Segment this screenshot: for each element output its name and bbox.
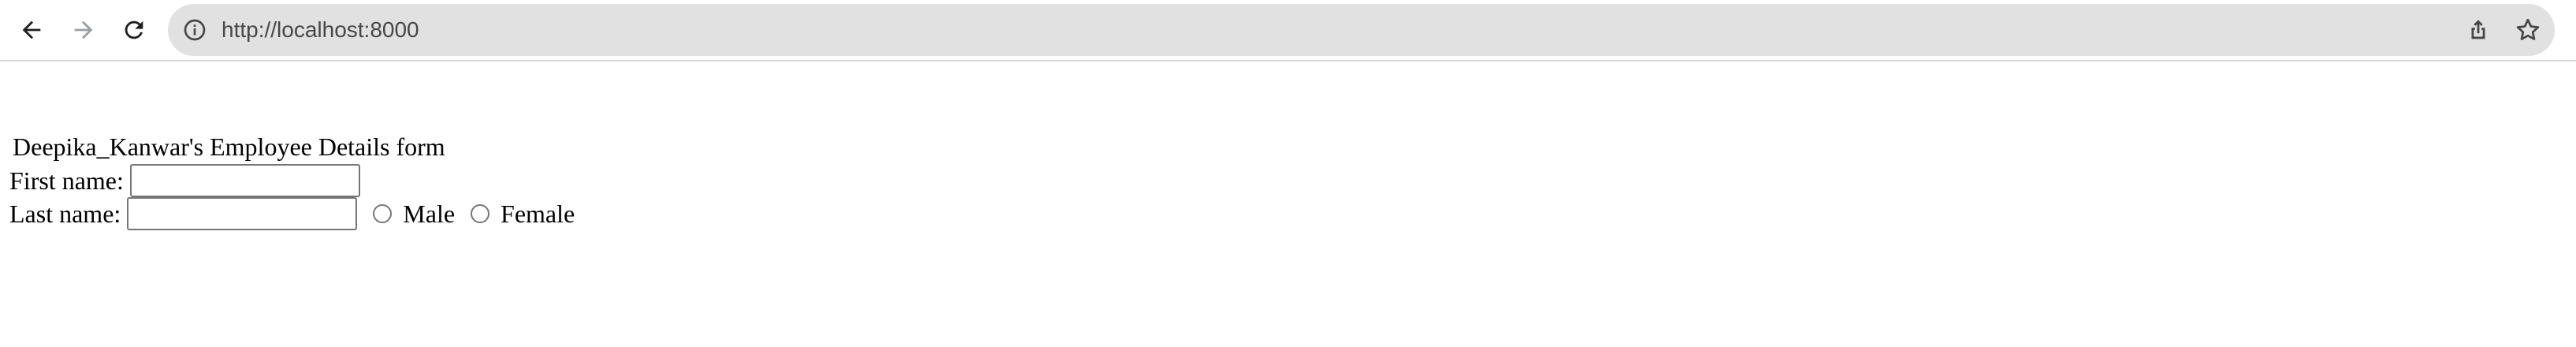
url-text[interactable]: http://localhost:8000 (221, 4, 419, 56)
last-name-row: Last name: Male Female (9, 196, 575, 232)
form-title: Deepika_Kanwar's Employee Details form (13, 132, 445, 161)
share-icon[interactable] (2465, 17, 2492, 43)
male-radio-label[interactable]: Male (403, 200, 455, 229)
last-name-input[interactable] (127, 197, 358, 230)
forward-button[interactable] (67, 13, 100, 47)
female-radio[interactable] (471, 204, 490, 223)
first-name-input[interactable] (129, 164, 360, 197)
last-name-label: Last name: (9, 199, 121, 228)
arrow-left-icon (22, 21, 41, 39)
star-icon[interactable] (2514, 16, 2542, 44)
first-name-label: First name: (9, 166, 124, 195)
address-bar[interactable]: http://localhost:8000 (168, 4, 2555, 56)
reload-button[interactable] (117, 13, 151, 47)
back-button[interactable] (15, 13, 48, 47)
first-name-row: First name: (9, 162, 360, 199)
info-icon[interactable] (182, 17, 207, 43)
page-content: Deepika_Kanwar's Employee Details form F… (0, 63, 2576, 347)
reload-icon (125, 21, 143, 39)
arrow-right-icon (74, 21, 93, 39)
browser-toolbar: http://localhost:8000 (0, 0, 2576, 62)
female-radio-label[interactable]: Female (501, 200, 575, 229)
male-radio[interactable] (373, 204, 393, 223)
